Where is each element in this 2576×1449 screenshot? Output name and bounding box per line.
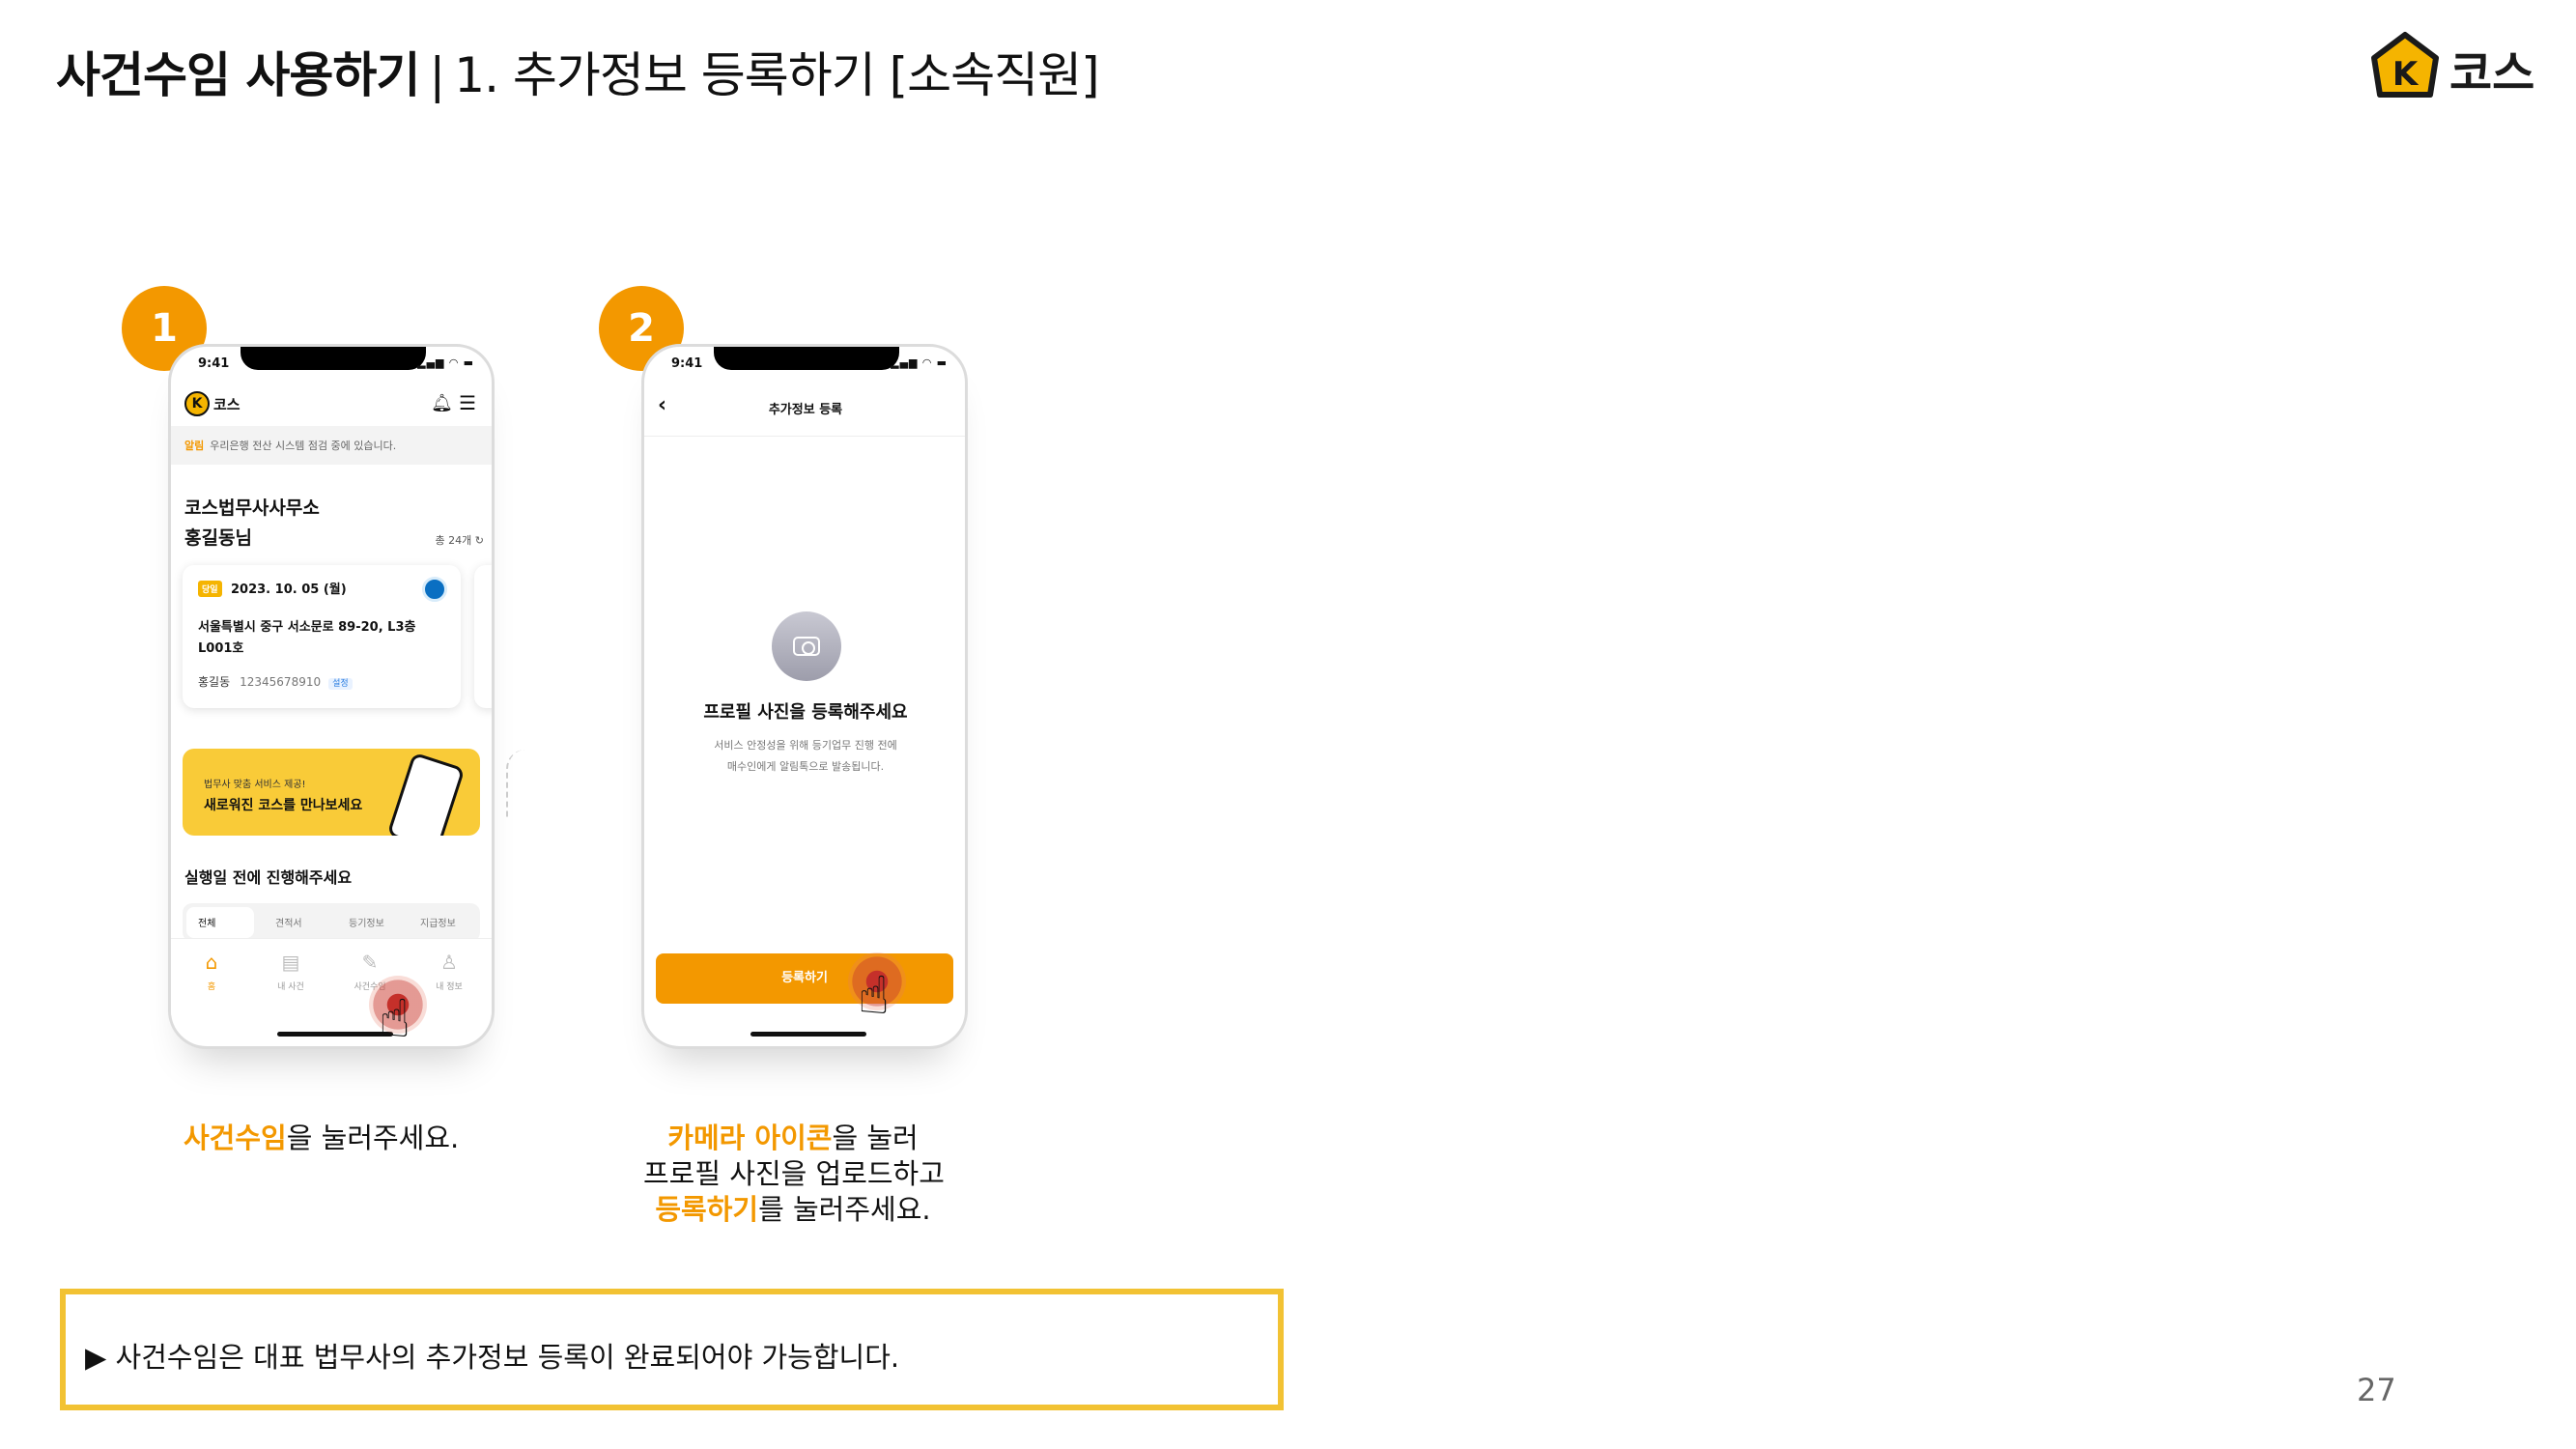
nav-my-cases[interactable]: ▤ 내 사건: [262, 951, 320, 992]
notice-bar[interactable]: 알림 우리은행 전산 시스템 점검 중에 있습니다.: [171, 426, 492, 465]
tab-quote[interactable]: 견적서: [275, 915, 302, 929]
case-owner: 홍길동 12345678910 설정: [198, 673, 353, 690]
app-header: K 코스 🔔︎ ☰: [184, 391, 480, 416]
page-title: 사건수임 사용하기 | 1. 추가정보 등록하기 [소속직원]: [56, 37, 1100, 106]
home-indicator: [750, 1032, 866, 1037]
nav-my-info[interactable]: ♙ 내 정보: [420, 951, 478, 992]
bank-logo-icon: [422, 577, 447, 602]
svg-text:K: K: [2392, 55, 2420, 94]
camera-icon: [793, 637, 820, 656]
note-text: ▶ 사건수임은 대표 법무사의 추가정보 등록이 완료되어야 가능합니다.: [85, 1341, 900, 1374]
status-time: 9:41: [198, 356, 230, 371]
nav-my-info-label: 내 정보: [436, 982, 463, 992]
menu-icon[interactable]: ☰: [459, 391, 476, 414]
decorative-line: [506, 750, 525, 817]
caption-text-2: 프로필 사진을 업로드하고: [643, 1157, 945, 1190]
camera-button[interactable]: [772, 611, 841, 681]
case-date: 2023. 10. 05 (월): [231, 582, 347, 597]
header-divider: [644, 436, 965, 437]
pointer-hand-icon: ☝: [379, 988, 410, 1049]
tab-registry[interactable]: 등기정보: [349, 915, 384, 929]
app-logo-icon: K: [184, 391, 210, 416]
step-1-caption: 사건수임을 눌러주세요.: [184, 1121, 459, 1156]
pencil-icon: ✎: [361, 951, 379, 974]
description-line-2: 매수인에게 알림톡으로 발송됩니다.: [726, 760, 885, 773]
tab-payment[interactable]: 지급정보: [420, 915, 456, 929]
caption-highlight: 사건수임: [184, 1122, 287, 1154]
total-count[interactable]: 총 24개 ↻: [436, 532, 484, 548]
notice-tag: 알림: [184, 440, 205, 452]
caption-highlight-camera: 카메라 아이콘: [667, 1122, 833, 1154]
phone-notch: [241, 347, 426, 370]
caption-text-1: 을 눌러: [832, 1122, 919, 1154]
nav-home-label: 홈: [207, 982, 216, 992]
banner-small-text: 법무사 맞춤 서비스 제공!: [204, 780, 306, 790]
register-button[interactable]: 등록하기: [656, 953, 953, 1004]
office-name: 코스법무사사무소: [184, 497, 320, 519]
description-line-1: 서비스 안정성을 위해 등기업무 진행 전에: [714, 739, 897, 752]
phone-mockup-home: 9:41 ▂▄▆ ◠ ▬ K 코스 🔔︎ ☰ 알림 우리은행 전산 시스템 점검 …: [168, 344, 495, 1049]
day-badge: 당일: [198, 581, 222, 597]
title-main: 사건수임 사용하기: [56, 47, 420, 103]
caption-text-3: 를 눌러주세요.: [758, 1193, 931, 1226]
case-address: 서울특별시 중구 서소문로 89-20, L3층 L001호: [198, 620, 416, 656]
setting-badge[interactable]: 설정: [328, 678, 353, 690]
status-icons: ▂▄▆ ◠ ▬: [891, 356, 948, 369]
document-icon: ▤: [281, 951, 300, 974]
bottom-nav: ⌂ 홈 ▤ 내 사건 ✎ 사건수임 ♙ 내 정보: [171, 938, 492, 1015]
home-indicator: [277, 1032, 393, 1037]
page-number: 27: [2357, 1372, 2396, 1408]
tab-all[interactable]: 전체: [186, 907, 254, 938]
nav-home[interactable]: ⌂ 홈: [183, 951, 241, 992]
phone-notch: [714, 347, 899, 370]
notice-text: 우리은행 전산 시스템 점검 중에 있습니다.: [210, 440, 397, 452]
banner-big-text: 새로워진 코스를 만나보세요: [204, 798, 363, 813]
nav-my-cases-label: 내 사건: [277, 982, 304, 992]
step-2-caption: 카메라 아이콘을 눌러 프로필 사진을 업로드하고 등록하기를 눌러주세요.: [643, 1121, 945, 1228]
profile-description: 서비스 안정성을 위해 등기업무 진행 전에 매수인에게 알림톡으로 발송됩니다…: [644, 735, 965, 778]
logo-mark-icon: K: [2371, 32, 2439, 98]
caption-highlight-register: 등록하기: [655, 1193, 759, 1226]
filter-tabs: 전체 견적서 등기정보 지급정보: [183, 903, 480, 942]
user-greeting: 홍길동님: [184, 527, 252, 549]
title-sub: 1. 추가정보 등록하기 [소속직원]: [454, 47, 1099, 103]
phone-mockup-register: 9:41 ▂▄▆ ◠ ▬ ‹ 추가정보 등록 프로필 사진을 등록해주세요 서비…: [641, 344, 968, 1049]
user-icon: ♙: [440, 951, 458, 974]
case-card[interactable]: 당일 2023. 10. 05 (월) 서울특별시 중구 서소문로 89-20,…: [183, 565, 461, 708]
office-greeting: 코스법무사사무소 홍길동님: [184, 494, 320, 554]
brand-logo: K 코스: [2366, 29, 2540, 102]
bell-icon[interactable]: 🔔︎: [431, 393, 453, 413]
caption-text: 을 눌러주세요.: [286, 1122, 460, 1154]
case-card-next[interactable]: [474, 565, 492, 708]
home-icon: ⌂: [205, 951, 218, 974]
profile-heading: 프로필 사진을 등록해주세요: [703, 702, 908, 723]
case-number: 12345678910: [240, 675, 322, 689]
section-title: 실행일 전에 진행해주세요: [184, 868, 353, 887]
logo-text: 코스: [2449, 46, 2535, 100]
screen-title: 추가정보 등록: [768, 403, 843, 417]
app-name: 코스: [213, 396, 241, 413]
banner-phone-icon: [386, 752, 466, 836]
title-separator: |: [429, 47, 445, 103]
note-box: ▶ 사건수임은 대표 법무사의 추가정보 등록이 완료되어야 가능합니다.: [60, 1289, 1284, 1410]
pointer-hand-icon: ☝: [858, 965, 890, 1026]
promo-banner[interactable]: 법무사 맞춤 서비스 제공! 새로워진 코스를 만나보세요: [183, 749, 480, 836]
status-icons: ▂▄▆ ◠ ▬: [417, 356, 474, 369]
owner-name: 홍길동: [198, 675, 231, 689]
status-time: 9:41: [671, 356, 703, 371]
